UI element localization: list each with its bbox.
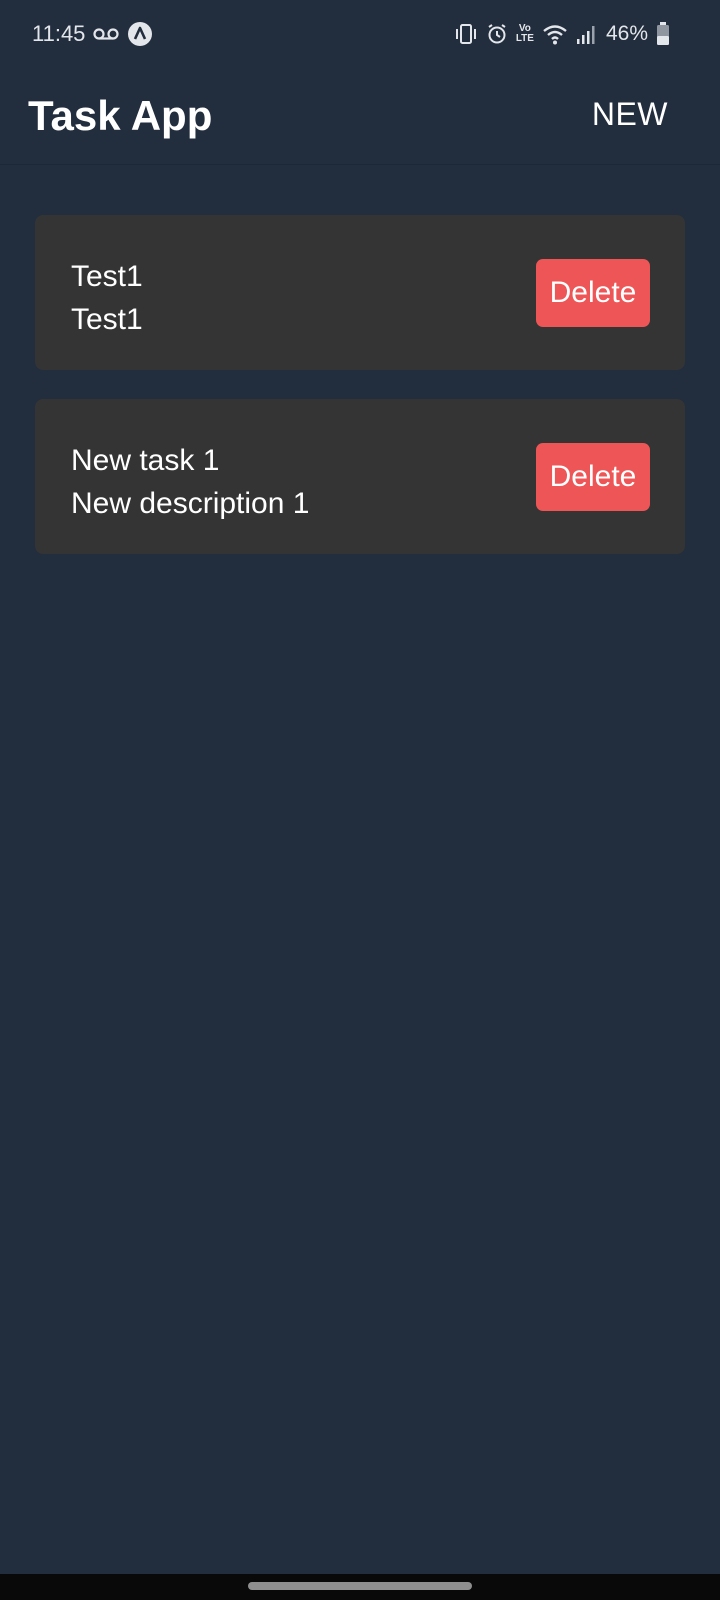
volte-icon: Vo LTE: [516, 24, 534, 44]
delete-button[interactable]: Delete: [536, 259, 650, 327]
delete-button[interactable]: Delete: [536, 443, 650, 511]
status-left: 11:45: [32, 20, 153, 48]
battery-percent: 46%: [605, 22, 648, 45]
task-description: New description 1: [71, 487, 310, 520]
navigation-bar: [0, 1574, 720, 1600]
app-notification-icon: [127, 21, 153, 47]
task-list: Test1 Test1 Delete New task 1 New descri…: [35, 215, 685, 583]
new-task-button[interactable]: NEW: [592, 96, 668, 133]
task-description: Test1: [71, 303, 143, 336]
status-bar: 11:45 Vo LTE 46%: [0, 0, 720, 66]
vibrate-icon: [454, 23, 478, 45]
signal-icon: [576, 23, 598, 45]
task-card: New task 1 New description 1 Delete: [35, 399, 685, 554]
status-right: Vo LTE 46%: [454, 20, 670, 48]
voicemail-icon: [93, 27, 120, 41]
alarm-icon: [486, 23, 508, 45]
task-title: New task 1: [71, 444, 220, 477]
task-title: Test1: [71, 260, 143, 293]
app-bar: Task App NEW: [0, 66, 720, 165]
page-title: Task App: [28, 92, 213, 139]
task-text: Test1 Test1: [71, 255, 143, 341]
task-card: Test1 Test1 Delete: [35, 215, 685, 370]
wifi-icon: [542, 23, 568, 45]
battery-icon: [656, 22, 670, 46]
volte-bottom-label: LTE: [515, 33, 534, 44]
task-text: New task 1 New description 1: [71, 439, 309, 525]
home-handle[interactable]: [248, 1582, 472, 1590]
status-time: 11:45: [32, 21, 86, 46]
